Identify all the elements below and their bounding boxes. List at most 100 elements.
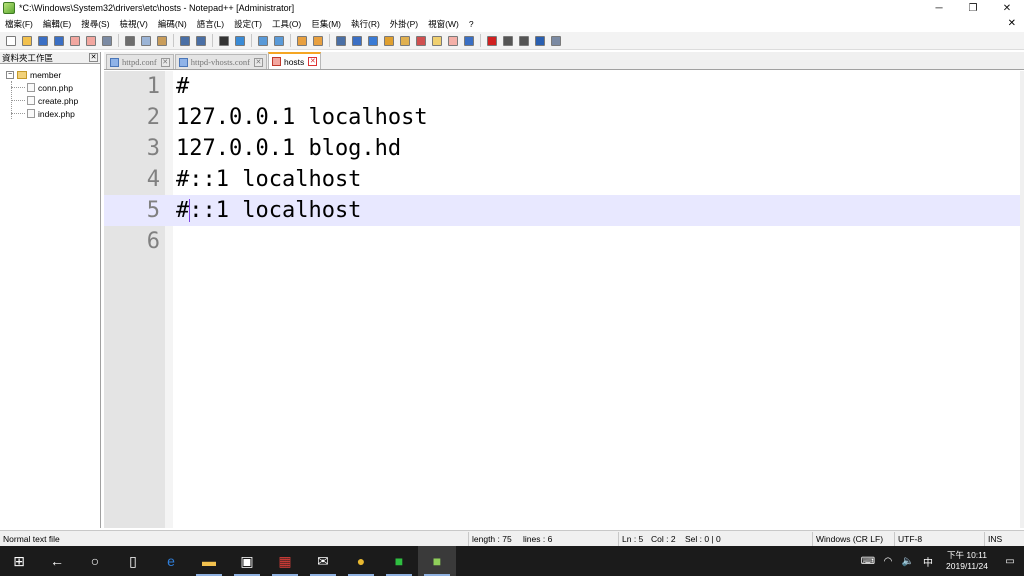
tab-hosts[interactable]: hosts ✕ [267,52,322,69]
status-insert-mode[interactable]: INS [984,531,1024,546]
menu-item-7[interactable]: 工具(O) [267,18,306,30]
replace-icon[interactable] [232,34,247,48]
play-macro-icon[interactable] [516,34,531,48]
wifi-icon[interactable]: ◠ [878,556,898,567]
folder-as-workspace-icon[interactable] [429,34,444,48]
menu-item-6[interactable]: 設定(T) [229,18,267,30]
maximize-button[interactable]: ❐ [956,0,990,16]
line-icon[interactable]: ■ [380,546,418,576]
panel-close-icon[interactable]: ✕ [89,53,98,62]
save-all-icon[interactable] [51,34,66,48]
zoom-out-icon[interactable] [271,34,286,48]
editor-line[interactable]: 2 127.0.0.1 localhost [104,102,1020,133]
paste-icon-glyph [156,35,167,46]
tab-httpd-conf[interactable]: httpd.conf ✕ [106,54,174,69]
current-line[interactable]: 5 #::1 localhost [104,195,1020,226]
paste-icon[interactable] [154,34,169,48]
menu-item-3[interactable]: 檢視(V) [115,18,153,30]
editor-line[interactable]: 4 #::1 localhost [104,164,1020,195]
sync-horizontal-icon[interactable] [310,34,325,48]
tab-httpd-vhosts-conf[interactable]: httpd-vhosts.conf ✕ [174,54,267,69]
sync-vertical-icon[interactable] [294,34,309,48]
undo-icon[interactable] [177,34,192,48]
close-icon[interactable] [67,34,82,48]
redo-icon-glyph [195,35,206,46]
close-window-button[interactable]: ✕ [990,0,1024,16]
status-eol-format[interactable]: Windows (CR LF) [812,531,894,546]
menu-item-10[interactable]: 外掛(P) [385,18,423,30]
volume-icon[interactable]: 🔈 [898,556,918,567]
doc-list-icon[interactable] [445,34,460,48]
run-macro-multiple-icon[interactable] [532,34,547,48]
line-text[interactable]: 127.0.0.1 blog.hd [176,133,401,164]
tree-file[interactable]: create.php [0,94,100,107]
function-list-icon[interactable] [413,34,428,48]
close-document-icon[interactable]: ✕ [1008,16,1016,32]
line-text[interactable]: 127.0.0.1 localhost [176,102,428,133]
new-file-icon[interactable] [3,34,18,48]
line-number: 3 [146,136,160,161]
tab-close-icon[interactable]: ✕ [253,57,263,67]
gift-icon[interactable]: ▦ [266,546,304,576]
back-icon[interactable]: ← [38,546,76,576]
tree-file[interactable]: index.php [0,107,100,120]
editor-line[interactable]: 6 [104,226,1020,257]
file-explorer-icon[interactable]: ▬ [190,546,228,576]
status-encoding[interactable]: UTF-8 [894,531,984,546]
redo-icon[interactable] [193,34,208,48]
menu-item-9[interactable]: 執行(R) [346,18,385,30]
tree-folder-member[interactable]: − member [0,68,100,81]
line-text[interactable]: # [176,71,189,102]
minimize-button[interactable]: ─ [922,0,956,16]
editor-line[interactable]: 3 127.0.0.1 blog.hd [104,133,1020,164]
tree-file[interactable]: conn.php [0,81,100,94]
zoom-in-icon[interactable] [255,34,270,48]
clock[interactable]: 下午 10:11 2019/11/24 [938,550,996,572]
editor-line[interactable]: 1 # [104,71,1020,102]
show-all-chars-icon[interactable] [349,34,364,48]
notification-center-icon[interactable]: ▭ [996,556,1024,567]
chrome-icon[interactable]: ● [342,546,380,576]
indent-guide-icon[interactable] [365,34,380,48]
print-icon[interactable] [99,34,114,48]
menu-item-0[interactable]: 檔案(F) [0,18,38,30]
ime-indicator[interactable]: 中 [918,554,938,569]
notepadpp-app-icon[interactable] [3,2,15,14]
menu-item-4[interactable]: 編碼(N) [153,18,192,30]
menu-item-1[interactable]: 編輯(E) [38,18,76,30]
store-icon[interactable]: ▣ [228,546,266,576]
mail-icon[interactable]: ✉ [304,546,342,576]
start-icon[interactable]: ⊞ [0,546,38,576]
copy-icon[interactable] [138,34,153,48]
menu-item-11[interactable]: 視窗(W) [423,18,464,30]
find-icon[interactable] [216,34,231,48]
record-macro-icon[interactable] [484,34,499,48]
collapse-icon[interactable]: − [6,70,14,79]
task-view-icon[interactable]: ▯ [114,546,152,576]
open-file-icon[interactable] [19,34,34,48]
undo-icon-glyph [179,35,190,46]
copy-icon-glyph [140,35,151,46]
save-icon[interactable] [35,34,50,48]
edge-icon[interactable]: e [152,546,190,576]
notepadpp-icon[interactable]: ■ [418,546,456,576]
doc-map-icon[interactable] [397,34,412,48]
save-macro-icon[interactable] [548,34,563,48]
menu-item-5[interactable]: 語言(L) [192,18,229,30]
close-all-icon[interactable] [83,34,98,48]
editor-area[interactable]: 1 #2 127.0.0.1 localhost 3 127.0.0.1 blog.hd… [104,71,1024,528]
stop-macro-icon[interactable] [500,34,515,48]
tab-close-icon[interactable]: ✕ [160,57,170,67]
word-wrap-icon[interactable] [333,34,348,48]
menu-item-2[interactable]: 搜尋(S) [76,18,114,30]
menu-item-8[interactable]: 巨集(M) [306,18,346,30]
menu-item-12[interactable]: ? [464,19,479,29]
tab-close-icon[interactable]: ✕ [308,57,318,66]
line-text[interactable]: #::1 localhost [176,164,361,195]
monitoring-icon[interactable] [461,34,476,48]
udl-icon[interactable] [381,34,396,48]
search-icon[interactable]: ○ [76,546,114,576]
cut-icon[interactable] [122,34,137,48]
line-text[interactable]: #::1 localhost [176,195,361,226]
keyboard-icon[interactable]: ⌨ [858,556,878,567]
